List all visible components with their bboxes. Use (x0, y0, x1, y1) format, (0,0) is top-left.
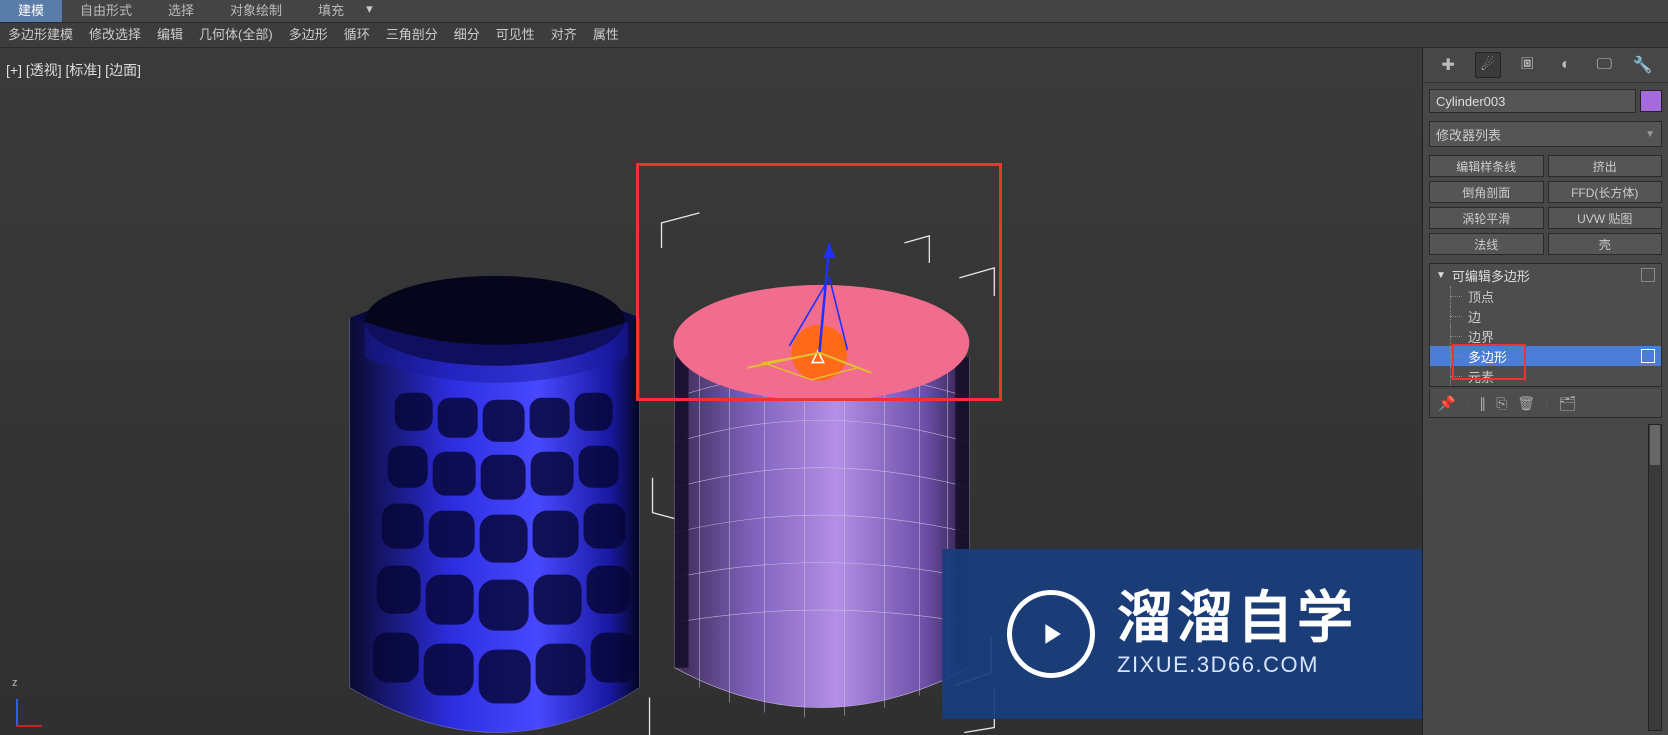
subobj-border[interactable]: 边界 (1430, 326, 1661, 346)
modifier-quick-buttons: 编辑样条线 挤出 倒角剖面 FFD(长方体) 涡轮平滑 UVW 贴图 法线 壳 (1429, 155, 1662, 255)
ribbon-item-edit[interactable]: 编辑 (149, 23, 191, 47)
btn-edit-spline[interactable]: 编辑样条线 (1429, 155, 1544, 177)
ribbon-item-geometry[interactable]: 几何体(全部) (191, 23, 281, 47)
btn-extrude[interactable]: 挤出 (1548, 155, 1663, 177)
remove-modifier-icon[interactable]: 🗑 (1517, 395, 1535, 412)
make-unique-icon[interactable]: ⎘ (1496, 395, 1507, 412)
object-cylinder-left (350, 276, 640, 733)
btn-ffd-box[interactable]: FFD(长方体) (1548, 181, 1663, 203)
ribbon-dropdown-icon[interactable]: ▾ (366, 1, 386, 21)
modifier-visibility-toggle[interactable] (1641, 268, 1655, 282)
pin-stack-icon[interactable]: 📌 (1438, 395, 1455, 412)
ribbon-tab-populate[interactable]: 填充 (300, 0, 362, 22)
btn-turbosmooth[interactable]: 涡轮平滑 (1429, 207, 1544, 229)
ribbon-tab-freeform[interactable]: 自由形式 (62, 0, 150, 22)
modifier-name-label: 可编辑多边形 (1452, 266, 1530, 285)
scrollbar[interactable] (1648, 424, 1662, 731)
axis-label-z: z (12, 677, 18, 689)
object-name-input[interactable] (1429, 89, 1636, 113)
ribbon-item-props[interactable]: 属性 (585, 23, 627, 47)
btn-shell[interactable]: 壳 (1548, 233, 1663, 255)
tab-create-icon[interactable]: ✚ (1436, 53, 1460, 77)
tab-utilities-icon[interactable]: 🔧 (1631, 53, 1655, 77)
object-color-swatch[interactable] (1640, 90, 1662, 112)
btn-bevel-profile[interactable]: 倒角剖面 (1429, 181, 1544, 203)
scrollbar-thumb[interactable] (1650, 425, 1660, 465)
ribbon-item-loop[interactable]: 循环 (336, 23, 378, 47)
subobj-polygon[interactable]: 多边形 (1430, 346, 1661, 366)
viewport-perspective[interactable]: [+] [透视] [标准] [边面] (0, 48, 1422, 735)
modifier-stack-header[interactable]: ▼ 可编辑多边形 (1430, 264, 1661, 286)
ribbon-item-polygon[interactable]: 多边形 (281, 23, 336, 47)
viewport-scene: △ (0, 48, 1422, 735)
ribbon-item-visibility[interactable]: 可见性 (488, 23, 543, 47)
subobj-vertex[interactable]: 顶点 (1430, 286, 1661, 306)
subobj-polygon-eye[interactable] (1641, 349, 1655, 363)
subobj-edge[interactable]: 边 (1430, 306, 1661, 326)
viewport-axis-tripod: z (12, 687, 52, 727)
ribbon-item-subdiv[interactable]: 细分 (446, 23, 488, 47)
modifier-list-label: 修改器列表 (1436, 125, 1501, 144)
ribbon-item-polymodel[interactable]: 多边形建模 (0, 23, 81, 47)
tab-modify-icon[interactable]: ☄ (1475, 52, 1501, 78)
ribbon-tab-modeling[interactable]: 建模 (0, 0, 62, 22)
ribbon-tab-selection[interactable]: 选择 (150, 0, 212, 22)
btn-normal[interactable]: 法线 (1429, 233, 1544, 255)
ribbon-item-tri[interactable]: 三角剖分 (378, 23, 446, 47)
command-panel-tabs: ✚ ☄ 🞖 ◐ 🖵 🔧 (1423, 48, 1668, 83)
ribbon-panel-bar: 多边形建模 修改选择 编辑 几何体(全部) 多边形 循环 三角剖分 细分 可见性… (0, 23, 1668, 48)
tab-hierarchy-icon[interactable]: 🞖 (1515, 53, 1539, 77)
object-cylinder003: △ (674, 243, 970, 718)
chevron-down-icon: ▼ (1645, 129, 1655, 140)
command-panel: ✚ ☄ 🞖 ◐ 🖵 🔧 修改器列表 ▼ 编辑样条线 挤出 倒角剖面 FFD(长方… (1422, 48, 1668, 735)
ribbon-item-align[interactable]: 对齐 (543, 23, 585, 47)
rollout-area[interactable] (1429, 424, 1662, 731)
tab-display-icon[interactable]: 🖵 (1592, 53, 1616, 77)
modifier-list-dropdown[interactable]: 修改器列表 ▼ (1429, 121, 1662, 147)
subobj-element[interactable]: 元素 (1430, 366, 1661, 386)
ribbon-item-modifysel[interactable]: 修改选择 (81, 23, 149, 47)
tab-motion-icon[interactable]: ◐ (1554, 53, 1578, 77)
modifier-stack-toolbar: 📌 | ∥ ⎘ 🗑 | 🗂 (1429, 389, 1662, 418)
show-end-result-icon[interactable]: ∥ (1479, 395, 1486, 412)
configure-sets-icon[interactable]: 🗂 (1559, 395, 1577, 412)
ribbon-tab-bar: 建模 自由形式 选择 对象绘制 填充 ▾ (0, 0, 1668, 23)
btn-uvw-map[interactable]: UVW 贴图 (1548, 207, 1663, 229)
collapse-triangle-icon: ▼ (1436, 270, 1446, 281)
modifier-stack[interactable]: ▼ 可编辑多边形 顶点 边 边界 多边形 元素 (1429, 263, 1662, 387)
ribbon-tab-objectpaint[interactable]: 对象绘制 (212, 0, 300, 22)
